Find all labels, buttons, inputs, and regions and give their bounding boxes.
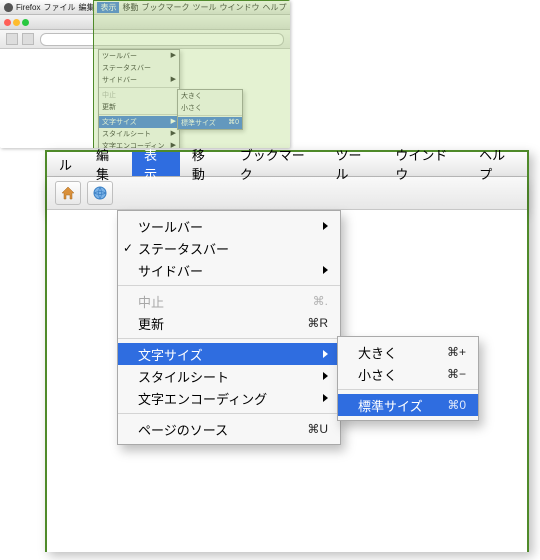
- menu-item: 移動: [122, 2, 138, 13]
- menu-separator: [338, 389, 478, 390]
- mini-menu-item: スタイルシート▶: [99, 128, 179, 140]
- back-button-mini: [6, 33, 18, 45]
- menu-shortcut: ⌘+: [447, 345, 466, 359]
- menu-separator: [118, 338, 340, 339]
- submenu-item-smaller[interactable]: 小さく ⌘−: [338, 363, 478, 385]
- menu-item-label: ステータスバー: [138, 239, 328, 258]
- menu-item-label: 小さく: [358, 365, 447, 384]
- menu-shortcut: ⌘0: [447, 398, 466, 412]
- menubar-item-edit[interactable]: 編集: [84, 152, 132, 176]
- view-menu-dropdown: ツールバー ✓ ステータスバー サイドバー 中止 ⌘. 更新 ⌘R: [117, 210, 341, 445]
- globe-icon: [92, 185, 108, 201]
- browser-toolbar-mini: [0, 30, 290, 49]
- menu-item-page-source[interactable]: ページのソース ⌘U: [118, 418, 340, 440]
- menubar-item-window[interactable]: ウインドウ: [383, 152, 467, 176]
- apple-logo-icon: [4, 3, 13, 12]
- menu-item-reload[interactable]: 更新 ⌘R: [118, 312, 340, 334]
- forward-button-mini: [22, 33, 34, 45]
- mac-menubar-mini: Firefox ファイル 編集 表示 移動 ブックマーク ツール ウインドウ ヘ…: [0, 0, 290, 15]
- submenu-arrow-icon: [323, 266, 328, 274]
- menu-item: ヘルプ: [262, 2, 286, 13]
- checkmark-icon: ✓: [123, 241, 133, 255]
- menu-item-label: 更新: [138, 314, 307, 333]
- zoom-window-icon: [22, 19, 29, 26]
- menu-item-sidebar[interactable]: サイドバー: [118, 259, 340, 281]
- menubar-app-name: Firefox: [16, 3, 40, 12]
- submenu-item-normal-size[interactable]: 標準サイズ ⌘0: [338, 394, 478, 416]
- mini-submenu-item-selected: 標準サイズ⌘0: [178, 117, 242, 129]
- menu-shortcut: ⌘.: [313, 294, 328, 308]
- menu-separator: [99, 87, 179, 88]
- traffic-lights: [0, 17, 33, 28]
- menu-item-label: 標準サイズ: [358, 396, 447, 415]
- menubar-item-file-partial[interactable]: ル: [47, 152, 84, 176]
- content-area: ツールバー ✓ ステータスバー サイドバー 中止 ⌘. 更新 ⌘R: [47, 210, 527, 552]
- mini-menu-item: サイドバー▶: [99, 74, 179, 86]
- menu-separator: [118, 413, 340, 414]
- text-size-submenu-mini: 大きく 小さく 標準サイズ⌘0: [177, 89, 243, 130]
- close-window-icon: [4, 19, 11, 26]
- menubar-item-tools[interactable]: ツール: [324, 152, 384, 176]
- menu-item-label: 中止: [138, 292, 313, 311]
- menu-item-label: 文字エンコーディング: [138, 389, 317, 408]
- menu-item-label: スタイルシート: [138, 367, 317, 386]
- window-titlebar-mini: [0, 15, 290, 30]
- menu-item: ブックマーク: [141, 2, 189, 13]
- url-bar-mini: [40, 33, 284, 46]
- menu-item: ファイル: [43, 2, 75, 13]
- menu-item: 編集: [78, 2, 94, 13]
- submenu-arrow-icon: [323, 350, 328, 358]
- menu-item-label: 大きく: [358, 343, 447, 362]
- text-size-submenu: 大きく ⌘+ 小さく ⌘− 標準サイズ ⌘0: [337, 336, 479, 421]
- mini-menu-item: 中止: [99, 89, 179, 101]
- screenshot-thumbnail: Firefox ファイル 編集 表示 移動 ブックマーク ツール ウインドウ ヘ…: [0, 0, 290, 148]
- menubar-item-help[interactable]: ヘルプ: [467, 152, 527, 176]
- menu-item-label: ページのソース: [138, 420, 307, 439]
- mini-menu-item: 更新: [99, 101, 179, 113]
- mini-submenu-item: 大きく: [178, 90, 242, 102]
- menu-item-stylesheet[interactable]: スタイルシート: [118, 365, 340, 387]
- menu-item: ウインドウ: [219, 2, 259, 13]
- home-button[interactable]: [55, 181, 81, 205]
- menu-shortcut: ⌘U: [307, 422, 328, 436]
- menu-item-text-size[interactable]: 文字サイズ: [118, 343, 340, 365]
- menu-item-label: 文字サイズ: [138, 345, 317, 364]
- submenu-item-bigger[interactable]: 大きく ⌘+: [338, 341, 478, 363]
- menu-separator: [99, 114, 179, 115]
- menu-item-label: サイドバー: [138, 261, 317, 280]
- content-area-mini: ツールバー▶ ステータスバー サイドバー▶ 中止 更新 文字サイズ▶ スタイルシ…: [0, 49, 290, 148]
- menubar-item-bookmarks[interactable]: ブックマーク: [228, 152, 324, 176]
- mac-menubar: ル 編集 表示 移動 ブックマーク ツール ウインドウ ヘルプ: [47, 152, 527, 177]
- menu-item-selected: 表示: [97, 2, 119, 13]
- menu-item-toolbar[interactable]: ツールバー: [118, 215, 340, 237]
- menu-item-stop: 中止 ⌘.: [118, 290, 340, 312]
- menu-item-encoding[interactable]: 文字エンコーディング: [118, 387, 340, 409]
- home-icon: [60, 185, 76, 201]
- mini-menu-item-selected: 文字サイズ▶: [99, 116, 179, 128]
- menu-item-statusbar[interactable]: ✓ ステータスバー: [118, 237, 340, 259]
- menu-item: ツール: [192, 2, 216, 13]
- mini-submenu-item: 小さく: [178, 102, 242, 114]
- reload-button[interactable]: [87, 181, 113, 205]
- view-menu-mini: ツールバー▶ ステータスバー サイドバー▶ 中止 更新 文字サイズ▶ スタイルシ…: [98, 49, 180, 148]
- minimize-window-icon: [13, 19, 20, 26]
- mini-menu-item: ツールバー▶: [99, 50, 179, 62]
- submenu-arrow-icon: [323, 394, 328, 402]
- menu-separator: [118, 285, 340, 286]
- submenu-arrow-icon: [323, 222, 328, 230]
- nav-buttons-mini: [0, 33, 34, 45]
- zoom-panel: ル 編集 表示 移動 ブックマーク ツール ウインドウ ヘルプ ツールバー: [45, 150, 529, 552]
- menu-shortcut: ⌘−: [447, 367, 466, 381]
- menu-separator: [178, 115, 242, 116]
- menu-shortcut: ⌘R: [307, 316, 328, 330]
- menubar-item-view[interactable]: 表示: [132, 152, 180, 176]
- mini-menu-item: ステータスバー: [99, 62, 179, 74]
- menubar-item-go[interactable]: 移動: [180, 152, 228, 176]
- submenu-arrow-icon: [323, 372, 328, 380]
- menu-item-label: ツールバー: [138, 217, 317, 236]
